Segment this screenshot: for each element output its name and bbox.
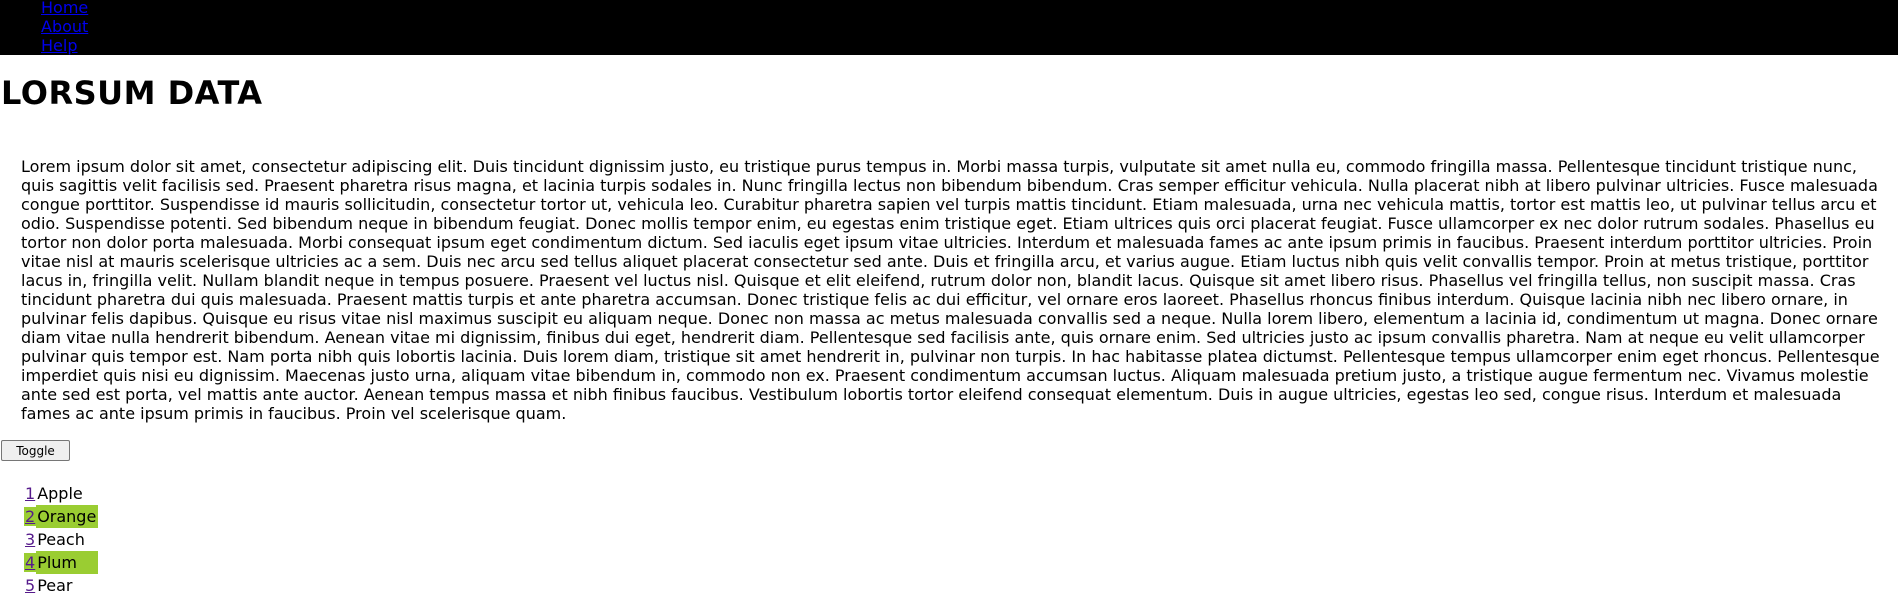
fruit-item-apple: 1 Apple xyxy=(24,482,98,505)
fruit-number-link[interactable]: 2 xyxy=(24,507,37,526)
fruit-name: Apple xyxy=(37,484,83,503)
nav-link-home[interactable]: Home xyxy=(41,0,88,17)
nav-item-help: Help xyxy=(41,36,88,55)
nav-item-home: Home xyxy=(41,0,88,17)
fruit-number-link[interactable]: 4 xyxy=(24,553,37,572)
nav-link-about[interactable]: About xyxy=(41,17,88,36)
fruit-number-link[interactable]: 1 xyxy=(24,484,36,503)
top-nav-bar: Home About Help xyxy=(0,0,1898,55)
nav-item-about: About xyxy=(41,17,88,36)
nav-list: Home About Help xyxy=(41,0,88,55)
fruit-name: Peach xyxy=(37,530,85,549)
fruit-name: Orange xyxy=(36,505,99,528)
fruit-item-orange: 2 Orange xyxy=(24,505,99,528)
toggle-button[interactable]: Toggle xyxy=(1,440,70,461)
fruit-name: Plum xyxy=(36,551,99,574)
fruit-item-peach: 3 Peach xyxy=(24,528,98,551)
lorem-paragraph: Lorem ipsum dolor sit amet, consectetur … xyxy=(21,157,1880,423)
nav-link-help[interactable]: Help xyxy=(41,36,77,55)
fruit-number-link[interactable]: 3 xyxy=(24,530,36,549)
fruit-list: 1 Apple 2 Orange 3 Peach 4 Plum 5 Pear xyxy=(24,482,99,597)
fruit-item-plum: 4 Plum xyxy=(24,551,99,574)
page-title: LORSUM DATA xyxy=(1,74,263,112)
